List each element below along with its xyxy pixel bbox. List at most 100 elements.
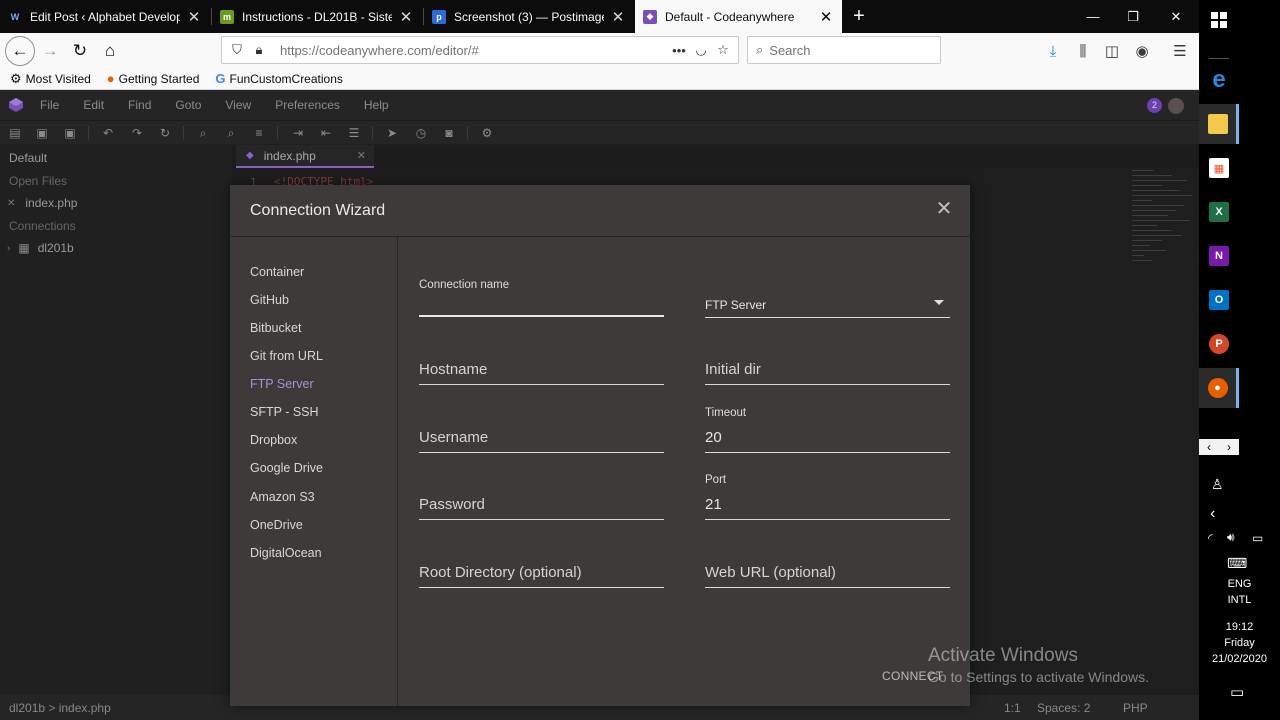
battery-icon[interactable]: ▭ — [1252, 531, 1263, 545]
input-layout[interactable]: INTL — [1199, 594, 1280, 606]
lock-icon[interactable]: 🔒︎ — [248, 42, 270, 58]
nav-git-from-url[interactable]: Git from URL — [250, 349, 323, 363]
port-field[interactable]: Port 21 — [705, 474, 950, 520]
sidebar-icon[interactable]: ◫ — [1099, 37, 1125, 65]
save-all-icon[interactable]: ▣ — [63, 126, 77, 140]
close-icon[interactable]: ✕ — [357, 149, 366, 162]
downloads-icon[interactable]: ⤓ — [1040, 37, 1066, 65]
taskbar-firefox[interactable]: ● — [1199, 368, 1239, 408]
clock-time[interactable]: 19:12 — [1199, 621, 1280, 633]
account-icon[interactable]: ◉ — [1129, 37, 1155, 65]
nav-bitbucket[interactable]: Bitbucket — [250, 321, 301, 335]
menu-find[interactable]: Find — [128, 98, 151, 112]
chevron-left-icon[interactable]: ‹ — [1207, 440, 1211, 454]
nav-digitalocean[interactable]: DigitalOcean — [250, 546, 322, 560]
close-tab-icon[interactable]: ✕ — [398, 8, 414, 26]
chevron-right-icon[interactable]: › — [7, 243, 10, 254]
find-icon[interactable]: ⌕ — [196, 126, 210, 140]
outdent-icon[interactable]: ⇤ — [319, 126, 333, 140]
minimize-button[interactable]: — — [1073, 0, 1113, 33]
input-language[interactable]: ENG — [1199, 578, 1280, 590]
tab-codeanywhere[interactable]: ◆ Default - Codeanywhere ✕ — [635, 0, 842, 33]
preview-icon[interactable]: ◙ — [442, 126, 456, 140]
forward-button[interactable]: → — [36, 37, 64, 65]
status-spaces[interactable]: Spaces: 2 — [1037, 701, 1090, 715]
menu-help[interactable]: Help — [364, 98, 389, 112]
send-icon[interactable]: ➤ — [385, 126, 399, 140]
new-tab-button[interactable]: + — [848, 4, 870, 28]
close-file-icon[interactable]: ✕ — [7, 198, 15, 209]
minimap[interactable] — [1132, 170, 1192, 300]
initial-dir-field[interactable]: Initial dir — [705, 347, 950, 385]
connection-item[interactable]: › ▦ dl201b — [7, 241, 74, 255]
bookmark-funcustom[interactable]: G FunCustomCreations — [215, 71, 343, 86]
nav-dropbox[interactable]: Dropbox — [250, 433, 297, 447]
reload-button[interactable]: ↻ — [66, 37, 94, 65]
save-icon[interactable]: ▣ — [35, 126, 49, 140]
home-button[interactable]: ⌂ — [96, 37, 124, 65]
taskbar-explorer[interactable] — [1199, 104, 1239, 144]
nav-ftp-server[interactable]: FTP Server — [250, 377, 314, 391]
start-button[interactable] — [1199, 0, 1239, 40]
close-tab-icon[interactable]: ✕ — [186, 8, 202, 26]
password-field[interactable]: Password — [419, 482, 664, 520]
collaborators-badge[interactable]: 2 — [1147, 98, 1162, 113]
more-actions-icon[interactable]: ••• — [668, 43, 690, 58]
taskbar-excel[interactable]: X — [1199, 192, 1239, 232]
menu-preferences[interactable]: Preferences — [275, 98, 340, 112]
url-bar[interactable]: ⛉ 🔒︎ https://codeanywhere.com/editor/# •… — [221, 36, 739, 64]
clock-date[interactable]: 21/02/2020 — [1199, 653, 1280, 665]
nav-sftp-ssh[interactable]: SFTP - SSH — [250, 405, 319, 419]
taskbar-onenote[interactable]: N — [1199, 236, 1239, 276]
close-tab-icon[interactable]: ✕ — [818, 8, 834, 26]
bookmark-star-icon[interactable]: ☆ — [712, 42, 734, 58]
url-text[interactable]: https://codeanywhere.com/editor/# — [280, 43, 479, 58]
indent-icon[interactable]: ⇥ — [291, 126, 305, 140]
pocket-icon[interactable]: ◡ — [690, 42, 712, 58]
connection-name-field[interactable]: Connection name — [419, 279, 664, 317]
search-input[interactable]: ⌕ Search — [747, 36, 941, 64]
root-directory-field[interactable]: Root Directory (optional) — [419, 550, 664, 588]
align-icon[interactable]: ☰ — [347, 126, 361, 140]
open-file-item[interactable]: ✕ index.php — [7, 196, 77, 210]
close-tab-icon[interactable]: ✕ — [610, 8, 626, 26]
menu-icon[interactable]: ☰ — [1167, 37, 1193, 65]
nav-github[interactable]: GitHub — [250, 293, 289, 307]
replace-icon[interactable]: ⌕ — [224, 126, 238, 140]
maximize-button[interactable]: ❐ — [1113, 0, 1153, 33]
taskbar-store[interactable]: ▦ — [1199, 148, 1239, 188]
settings-gear-icon[interactable]: ⚙ — [480, 126, 494, 140]
tab-instructions[interactable]: m Instructions - DL201B - Sistem I ✕ — [212, 0, 422, 33]
menu-file[interactable]: File — [40, 98, 59, 112]
volume-icon[interactable]: 🔊︎ — [1227, 530, 1235, 545]
status-language[interactable]: PHP — [1123, 701, 1148, 715]
chevron-right-icon[interactable]: › — [1227, 440, 1231, 454]
new-file-icon[interactable]: ▤ — [8, 126, 22, 140]
menu-goto[interactable]: Goto — [175, 98, 201, 112]
format-icon[interactable]: ≡ — [252, 126, 266, 140]
timeout-field[interactable]: Timeout 20 — [705, 407, 950, 453]
undo-icon[interactable]: ↶ — [101, 126, 115, 140]
avatar[interactable] — [1168, 98, 1184, 114]
username-field[interactable]: Username — [419, 415, 664, 453]
connection-type-select[interactable]: FTP Server — [705, 287, 950, 318]
keyboard-icon[interactable]: ⌨ — [1227, 555, 1247, 572]
show-hidden-icons[interactable]: ‹ — [1210, 505, 1215, 523]
tab-screenshot[interactable]: p Screenshot (3) — Postimage.org ✕ — [424, 0, 634, 33]
web-url-field[interactable]: Web URL (optional) — [705, 550, 950, 588]
taskbar-outlook[interactable]: O — [1199, 280, 1239, 320]
taskbar-powerpoint[interactable]: P — [1199, 324, 1239, 364]
clock-day[interactable]: Friday — [1199, 637, 1280, 649]
shield-icon[interactable]: ⛉ — [226, 42, 248, 58]
menu-edit[interactable]: Edit — [83, 98, 104, 112]
nav-onedrive[interactable]: OneDrive — [250, 518, 303, 532]
nav-amazon-s3[interactable]: Amazon S3 — [250, 490, 315, 504]
back-button[interactable]: ← — [5, 36, 35, 66]
editor-tab-index[interactable]: ◆ index.php ✕ — [236, 145, 374, 168]
wifi-icon[interactable]: ◜ — [1208, 531, 1213, 545]
refresh-icon[interactable]: ↻ — [158, 126, 172, 140]
bookmark-getting-started[interactable]: ● Getting Started — [107, 71, 200, 86]
hostname-field[interactable]: Hostname — [419, 347, 664, 385]
close-window-button[interactable]: ✕ — [1156, 0, 1196, 33]
people-icon[interactable]: ♙ — [1211, 476, 1224, 493]
